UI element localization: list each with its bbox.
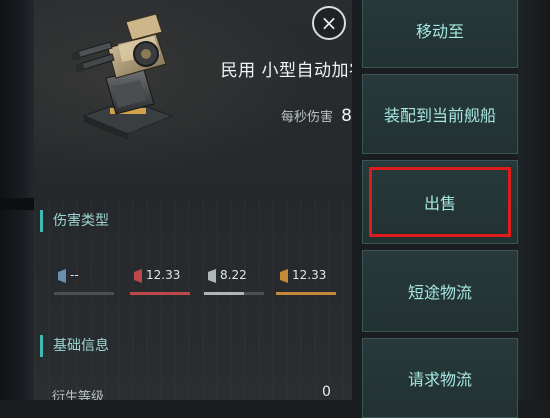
damage-bar <box>54 292 114 295</box>
right-edge-strip <box>518 0 550 400</box>
damage-value: -- <box>70 268 79 282</box>
request-logistics-button[interactable]: 请求物流 <box>362 338 518 418</box>
kinetic-damage-icon <box>208 269 216 283</box>
damage-bar-fill <box>130 292 190 295</box>
close-button[interactable]: × <box>312 6 346 40</box>
move-to-button[interactable]: 移动至 <box>362 0 518 68</box>
item-name: 民用 小型自动加农炮 <box>220 61 352 81</box>
short-logistics-label: 短途物流 <box>407 283 472 302</box>
edge-notch <box>0 198 34 210</box>
damage-bar-fill <box>204 292 245 295</box>
damage-value: 12.33 <box>292 268 327 282</box>
request-logistics-label: 请求物流 <box>407 370 472 389</box>
dps-value: 8.22 <box>341 106 352 126</box>
dps-row: 每秒伤害 8.22 <box>164 106 352 126</box>
damage-type-generic: -- <box>52 262 116 298</box>
item-info-panel: 民用 小型自动加农炮 每秒伤害 8.22 伤害类型 -- 12.33 8.22 <box>34 0 352 400</box>
base-info-title: 基础信息 <box>40 335 109 357</box>
damage-bar <box>130 292 190 295</box>
action-menu: 移动至 装配到当前舰船 出售 短途物流 请求物流 <box>362 0 518 418</box>
damage-value: 12.33 <box>146 268 181 282</box>
short-logistics-button[interactable]: 短途物流 <box>362 250 518 332</box>
thermal-damage-icon <box>134 269 142 283</box>
sell-button[interactable]: 出售 <box>362 160 518 244</box>
damage-value: 8.22 <box>220 268 247 282</box>
base-info-row-value: 0 <box>322 384 331 400</box>
base-info-row-label: 衍生等级 <box>52 390 105 400</box>
damage-types-title: 伤害类型 <box>40 210 109 232</box>
damage-types-row: -- 12.33 8.22 12.33 <box>52 262 342 298</box>
dps-label: 每秒伤害 <box>280 110 333 125</box>
sell-label: 出售 <box>423 194 456 213</box>
damage-bar-fill <box>276 292 336 295</box>
left-edge-strip <box>0 0 34 400</box>
generic-damage-icon <box>58 269 66 283</box>
damage-bar <box>204 292 264 295</box>
close-icon: × <box>320 11 338 35</box>
equip-to-ship-label: 装配到当前舰船 <box>383 106 496 125</box>
equip-to-ship-button[interactable]: 装配到当前舰船 <box>362 74 518 154</box>
move-to-label: 移动至 <box>415 22 464 41</box>
damage-type-thermal: 12.33 <box>128 262 192 298</box>
damage-type-explosive: 12.33 <box>274 262 338 298</box>
explosive-damage-icon <box>280 269 288 283</box>
damage-type-kinetic: 8.22 <box>202 262 266 298</box>
damage-bar <box>276 292 336 295</box>
